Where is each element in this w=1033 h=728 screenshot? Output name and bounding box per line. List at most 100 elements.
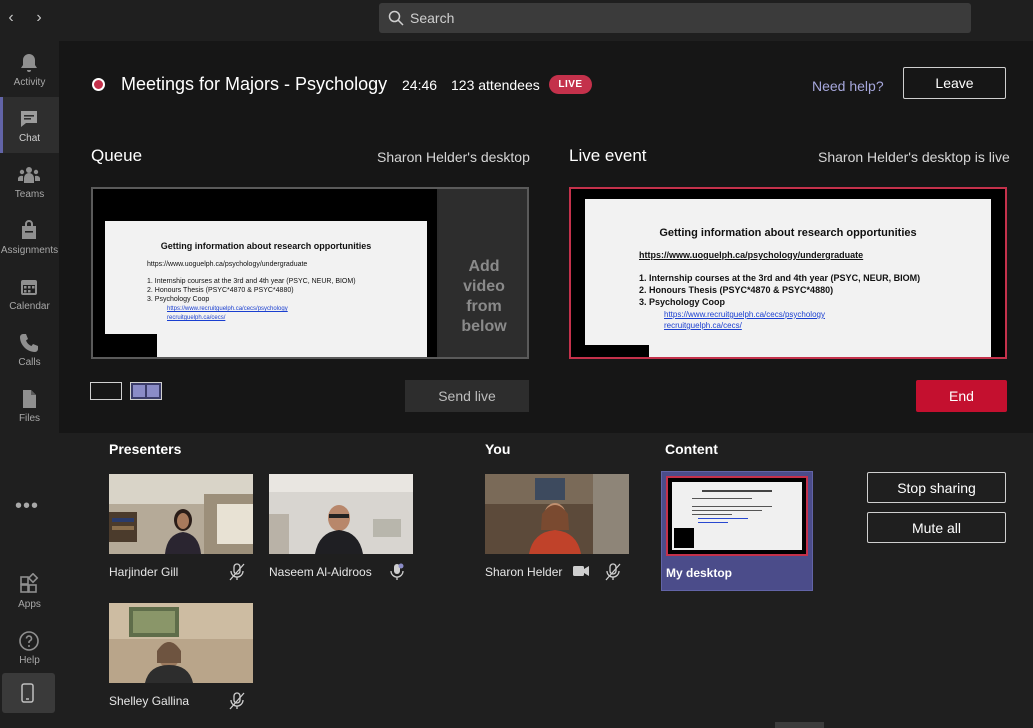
meeting-timer: 24:46 (402, 77, 438, 93)
live-event-title: Live event (569, 146, 647, 165)
live-slide: Getting information about research oppor… (585, 199, 991, 357)
mic-off-icon (605, 563, 621, 581)
live-event-source: Sharon Helder's desktop is live (818, 149, 1010, 165)
add-video-placeholder: Add video from below (439, 189, 527, 357)
live-slide-link-2: recruitguelph.ca/cecs/ (664, 321, 742, 330)
mobile-phone-icon (21, 683, 34, 703)
mobile-device-button[interactable] (2, 673, 55, 713)
presenters-heading: Presenters (109, 441, 182, 457)
layout-side-by-side-button[interactable] (130, 382, 162, 400)
video-feed (109, 474, 253, 554)
video-tile-harjinder[interactable] (109, 474, 253, 554)
presenter-name: Harjinder Gill (109, 565, 179, 579)
video-tile-self[interactable] (485, 474, 629, 554)
back-arrow-icon[interactable]: ‹ (3, 9, 19, 27)
slide-item-3: 3. Psychology Coop (147, 296, 210, 303)
slide-url: https://www.uoguelph.ca/psychology/under… (147, 261, 308, 268)
rail-item-help[interactable]: Help (0, 619, 59, 675)
content-label: My desktop (666, 566, 733, 580)
chat-icon (21, 111, 37, 127)
queue-slide-frame: Getting information about research oppor… (93, 189, 437, 357)
slide-link-2: recruitguelph.ca/cecs/ (167, 315, 226, 321)
presenter-name: Naseem Al-Aidroos (269, 565, 372, 579)
you-heading: You (485, 441, 511, 457)
queue-slide: Getting information about research oppor… (105, 221, 427, 357)
forward-arrow-icon[interactable]: › (31, 9, 47, 27)
end-button[interactable]: End (916, 380, 1007, 412)
presenter-name: Shelley Gallina (109, 694, 190, 708)
need-help-link[interactable]: Need help? (812, 78, 884, 94)
rail-label-assignments: Assignments (0, 245, 59, 256)
queue-title: Queue (91, 146, 143, 165)
live-slide-url: https://www.uoguelph.ca/psychology/under… (639, 250, 864, 260)
live-university-logo (585, 345, 649, 357)
live-slide-item-1: 1. Internship courses at the 3rd and 4th… (639, 273, 921, 283)
file-icon (23, 390, 36, 408)
video-tile-naseem[interactable] (269, 474, 413, 554)
help-icon (19, 631, 39, 651)
video-tile-shelley[interactable] (109, 603, 253, 683)
rail-item-calls[interactable]: Calls (0, 321, 59, 377)
live-badge: LIVE (549, 75, 592, 94)
bell-icon (21, 54, 37, 72)
stop-sharing-button[interactable]: Stop sharing (867, 472, 1006, 503)
rail-item-files[interactable]: Files (0, 377, 59, 433)
teams-window: ‹ › Search Activity Chat Teams Assignmen… (0, 0, 1033, 728)
recording-indicator-icon (92, 78, 105, 91)
rail-item-chat[interactable]: Chat (0, 97, 59, 153)
mic-on-icon (389, 563, 405, 581)
top-bar: ‹ › Search (0, 0, 1033, 41)
content-source-card[interactable]: My desktop (661, 471, 813, 591)
teams-icon (18, 167, 40, 183)
rail-label-calls: Calls (18, 357, 41, 368)
add-video-text: Add video from below (461, 258, 507, 335)
slide-item-1: 1. Internship courses at the 3rd and 4th… (147, 278, 356, 285)
self-name: Sharon Helder (485, 565, 563, 579)
apps-icon (20, 573, 39, 593)
slide-link-1: https://www.recruitguelph.ca/cecs/psycho… (167, 306, 288, 312)
meeting-title: Meetings for Majors - Psychology (121, 74, 388, 94)
rail-label-help: Help (19, 655, 40, 666)
video-feed (109, 603, 253, 683)
app-bar: Activity Chat Teams Assignments Calendar… (0, 41, 59, 728)
phone-icon (20, 334, 38, 352)
horizontal-scrollbar[interactable] (775, 722, 824, 728)
rail-label-activity: Activity (13, 77, 46, 88)
attendee-count: 123 attendees (451, 77, 540, 93)
rail-item-apps[interactable]: Apps (0, 563, 59, 619)
live-slide-item-3: 3. Psychology Coop (639, 297, 726, 307)
search-icon (388, 10, 404, 26)
sources-panel: Presenters You Content Harjinder Gill Na… (59, 433, 1033, 728)
rail-item-teams[interactable]: Teams (0, 153, 59, 209)
live-event-producer: Meetings for Majors - Psychology 24:46 1… (59, 41, 1033, 728)
mute-all-button[interactable]: Mute all (867, 512, 1006, 543)
layout-single-button[interactable] (90, 382, 122, 400)
live-preview: Getting information about research oppor… (569, 187, 1007, 359)
queue-source: Sharon Helder's desktop (377, 149, 530, 165)
assignments-icon (22, 220, 36, 239)
rail-item-assignments[interactable]: Assignments (0, 209, 59, 265)
leave-button[interactable]: Leave (903, 67, 1006, 99)
rail-label-files: Files (18, 413, 41, 424)
live-slide-item-2: 2. Honours Thesis (PSYC*4870 & PSYC*4880… (639, 285, 834, 295)
rail-label-apps: Apps (18, 599, 41, 610)
send-live-button[interactable]: Send live (405, 380, 529, 412)
content-heading: Content (665, 441, 718, 457)
rail-label-calendar: Calendar (9, 301, 50, 312)
queue-preview[interactable]: Getting information about research oppor… (91, 187, 529, 359)
search-placeholder: Search (410, 10, 455, 26)
search-input[interactable]: Search (379, 3, 971, 33)
rail-item-activity[interactable]: Activity (0, 41, 59, 97)
camera-icon (572, 565, 590, 577)
rail-label-teams: Teams (14, 189, 45, 200)
rail-item-calendar[interactable]: Calendar (0, 265, 59, 321)
content-thumbnail-slide (672, 482, 802, 550)
content-thumbnail (666, 476, 808, 556)
mic-off-icon (229, 563, 245, 581)
live-slide-link-1: https://www.recruitguelph.ca/cecs/psycho… (664, 310, 825, 319)
slide-heading: Getting information about research oppor… (160, 241, 372, 251)
video-feed (269, 474, 413, 554)
calendar-icon (21, 280, 37, 295)
rail-label-chat: Chat (18, 133, 41, 144)
more-apps-icon[interactable]: ••• (15, 495, 39, 518)
